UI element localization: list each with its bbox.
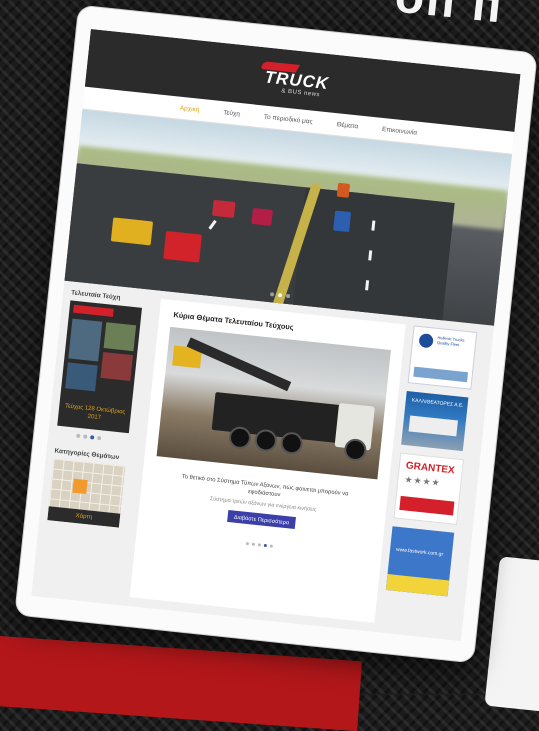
nav-item-home[interactable]: Αρχική: [179, 104, 199, 113]
ad-banner-4[interactable]: www.fastwork.com.gr: [385, 526, 455, 597]
slider-truck-blue: [333, 210, 352, 233]
left-sidebar: Τελευταία Τεύχη Τεύχος 128 Οκτώβριος 201…: [47, 289, 153, 528]
cover-photo: [65, 362, 98, 392]
ad-1-stripe: [413, 366, 469, 383]
cover-issue-label: Τεύχος 128 Οκτώβριος 2017: [64, 403, 126, 422]
ad-2-text: ΚΑΛΛΙΘΕΑΤΟΡΕΣ Α.Ε.: [411, 397, 464, 409]
issues-dot[interactable]: [96, 435, 102, 441]
site-logo[interactable]: TRUCK & BUS news: [259, 59, 344, 103]
issues-dot[interactable]: [83, 434, 88, 439]
slider-truck-red: [163, 230, 202, 263]
featured-dot[interactable]: [257, 543, 261, 547]
background-red-stripe: [0, 634, 362, 731]
ad-banner-grantex[interactable]: GRANTEX ★★★★: [393, 452, 464, 525]
topics-map[interactable]: Χάρτη: [47, 458, 126, 528]
nav-item-topics[interactable]: Θέματα: [336, 121, 358, 130]
issues-dot-active[interactable]: [89, 435, 95, 440]
ad-emblem-icon: [418, 333, 434, 349]
website-screen: TRUCK & BUS news Αρχική Τεύχη Το περιοδι…: [31, 28, 521, 642]
cover-photo: [68, 318, 103, 362]
ad-4-text: www.fastwork.com.gr: [395, 546, 444, 558]
nav-item-issues[interactable]: Τεύχη: [223, 109, 240, 118]
ad-banner-1[interactable]: Hellenic Trucks Quality Fleet: [407, 325, 478, 390]
ad-2-truck-image: [408, 415, 458, 437]
featured-dot-active[interactable]: [263, 543, 267, 548]
second-tablet-edge: [484, 556, 539, 714]
cover-logo: [73, 304, 114, 317]
background-headline-fragment: оп п: [392, 0, 507, 34]
slider-dot[interactable]: [285, 293, 291, 299]
featured-dot[interactable]: [245, 541, 249, 546]
slider-dot[interactable]: [269, 292, 275, 297]
ad-4-footer: [385, 573, 450, 597]
slider-truck-red-small: [212, 199, 236, 218]
page-body: Τελευταία Τεύχη Τεύχος 128 Οκτώβριος 201…: [31, 281, 494, 641]
slider-truck-orange: [336, 182, 351, 198]
read-more-button[interactable]: Διαβάστε Περισσότερα: [227, 509, 296, 530]
ad-3-bar: [399, 495, 455, 516]
cover-photo: [100, 352, 134, 382]
featured-dot[interactable]: [269, 544, 273, 548]
ad-3-stars-icon: ★★★★: [404, 474, 442, 488]
slider-dot-active[interactable]: [277, 293, 283, 298]
featured-pagination: [136, 531, 381, 560]
nav-item-magazine[interactable]: Το περιοδικό μας: [264, 113, 314, 125]
nav-item-contact[interactable]: Επικοινωνία: [382, 125, 418, 136]
featured-dot[interactable]: [251, 542, 255, 546]
featured-articles: Κύρια Θέματα Τελευταίου Τεύχους Το θετικ…: [129, 298, 406, 623]
ad-1-text: Hellenic Trucks Quality Fleet: [436, 334, 465, 348]
issues-dot[interactable]: [76, 433, 81, 439]
ad-3-brand: GRANTEX: [405, 460, 456, 477]
latest-issue-cover[interactable]: Τεύχος 128 Οκτώβριος 2017: [57, 300, 142, 434]
map-marker-icon: [72, 478, 88, 495]
slider-truck-yellow: [110, 217, 154, 246]
slider-truck-magenta: [251, 207, 273, 226]
ad-banner-2[interactable]: ΚΑΛΛΙΘΕΑΤΟΡΕΣ Α.Ε.: [401, 390, 469, 452]
excavator-boom: [186, 337, 292, 392]
cover-photo: [103, 322, 137, 352]
tablet-device: TRUCK & BUS news Αρχική Τεύχη Το περιοδι…: [15, 5, 537, 663]
issues-pagination: [76, 433, 138, 444]
featured-image[interactable]: [156, 326, 391, 480]
